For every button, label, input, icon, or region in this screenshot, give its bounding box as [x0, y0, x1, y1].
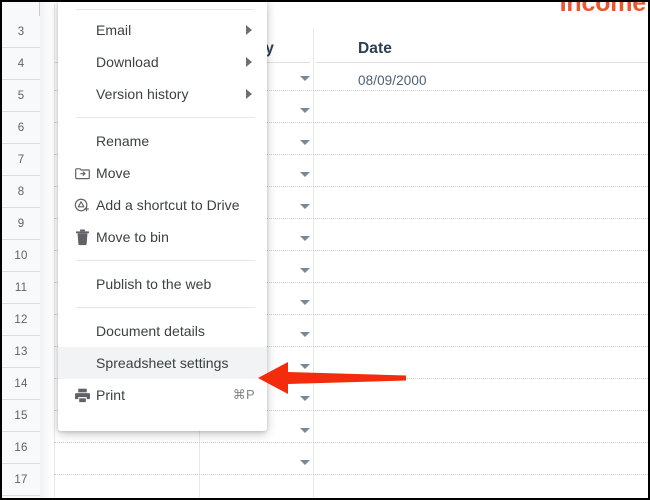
row-header-16[interactable]: 16	[2, 432, 40, 464]
menu-item-label: Move to bin	[96, 229, 169, 245]
row-header-11[interactable]: 11	[2, 272, 40, 304]
menu-separator	[76, 117, 255, 118]
row-header-5[interactable]: 5	[2, 80, 40, 112]
menu-item-shortcut: ⌘P	[232, 387, 255, 402]
menu-item-add-a-shortcut-to-drive[interactable]: Add a shortcut to Drive	[58, 189, 267, 221]
frozen-column-gap	[40, 2, 54, 498]
chevron-down-icon[interactable]	[300, 332, 310, 337]
row-header-13[interactable]: 13	[2, 336, 40, 368]
menu-item-label: Email	[96, 22, 132, 38]
menu-separator	[76, 9, 255, 10]
chevron-down-icon[interactable]	[300, 364, 310, 369]
printer-icon	[68, 387, 96, 404]
row-header-column: 3456789101112131415161718192021	[2, 2, 40, 500]
menu-item-move[interactable]: Move	[58, 157, 267, 189]
chevron-down-icon[interactable]	[300, 460, 310, 465]
cell-date-row3[interactable]: 08/09/2000	[358, 73, 427, 88]
menu-item-label: Publish to the web	[96, 276, 212, 292]
row-header-14[interactable]: 14	[2, 368, 40, 400]
menu-item-label: Version history	[96, 86, 189, 102]
chevron-down-icon[interactable]	[300, 300, 310, 305]
row-header-12[interactable]: 12	[2, 304, 40, 336]
row-header-17[interactable]: 17	[2, 464, 40, 496]
row-header-10[interactable]: 10	[2, 240, 40, 272]
trash-icon	[68, 229, 96, 246]
row-header-8[interactable]: 8	[2, 176, 40, 208]
menu-item-move-to-bin[interactable]: Move to bin	[58, 221, 267, 253]
row-header-7[interactable]: 7	[2, 144, 40, 176]
menu-item-email[interactable]: Email	[58, 14, 267, 46]
menu-item-publish-to-the-web[interactable]: Publish to the web	[58, 268, 267, 300]
move-folder-icon	[68, 165, 96, 182]
file-menu[interactable]: Email Download Version history Rename Move Ad…	[58, 0, 267, 431]
sheet-title-income: Income	[559, 0, 647, 17]
chevron-down-icon[interactable]	[300, 204, 310, 209]
chevron-down-icon[interactable]	[300, 76, 310, 81]
chevron-down-icon[interactable]	[300, 140, 310, 145]
screenshot-root: 3456789101112131415161718192021 scriptio…	[0, 0, 650, 500]
menu-item-label: Spreadsheet settings	[96, 355, 229, 371]
submenu-arrow-icon	[246, 25, 252, 35]
header-rule-date	[316, 62, 650, 63]
menu-separator	[76, 307, 255, 308]
menu-item-spreadsheet-settings[interactable]: Spreadsheet settings	[58, 347, 267, 379]
row-header-6[interactable]: 6	[2, 112, 40, 144]
row-header-9[interactable]: 9	[2, 208, 40, 240]
row-separator	[54, 442, 648, 443]
column-header-date: Date	[358, 40, 392, 57]
chevron-down-icon[interactable]	[300, 108, 310, 113]
menu-item-label: Add a shortcut to Drive	[96, 197, 240, 213]
submenu-arrow-icon	[246, 89, 252, 99]
menu-item-print[interactable]: Print ⌘P	[58, 379, 267, 411]
submenu-arrow-icon	[246, 57, 252, 67]
menu-item-download[interactable]: Download	[58, 46, 267, 78]
column-edge-date	[313, 28, 314, 498]
row-header-4[interactable]: 4	[2, 48, 40, 80]
row-header-15[interactable]: 15	[2, 400, 40, 432]
chevron-down-icon[interactable]	[300, 268, 310, 273]
menu-item-label: Download	[96, 54, 159, 70]
chevron-down-icon[interactable]	[300, 236, 310, 241]
row-header-18[interactable]: 18	[2, 496, 40, 500]
menu-item-document-details[interactable]: Document details	[58, 315, 267, 347]
row-separator	[54, 474, 648, 475]
menu-item-label: Move	[96, 165, 131, 181]
menu-item-version-history[interactable]: Version history	[58, 78, 267, 110]
column-edge-left	[54, 4, 55, 498]
add-shortcut-drive-icon	[68, 196, 96, 214]
chevron-down-icon[interactable]	[300, 396, 310, 401]
chevron-down-icon[interactable]	[300, 172, 310, 177]
chevron-down-icon[interactable]	[300, 428, 310, 433]
menu-item-label: Rename	[96, 133, 150, 149]
menu-item-label: Document details	[96, 323, 205, 339]
row-header-3[interactable]: 3	[2, 16, 40, 48]
menu-item-label: Print	[96, 387, 126, 403]
menu-separator	[76, 260, 255, 261]
menu-item-rename[interactable]: Rename	[58, 125, 267, 157]
